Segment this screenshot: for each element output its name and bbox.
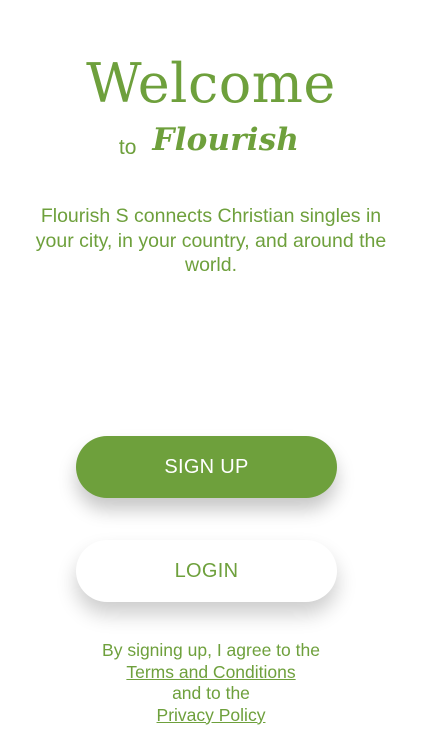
privacy-link[interactable]: Privacy Policy	[0, 705, 422, 727]
legal-notice: By signing up, I agree to the Terms and …	[0, 640, 422, 726]
legal-line-1: By signing up, I agree to the	[102, 640, 320, 660]
signup-button[interactable]: SIGN UP	[76, 436, 337, 498]
terms-link[interactable]: Terms and Conditions	[0, 662, 422, 684]
tagline-text: Flourish S connects Christian singles in…	[35, 205, 387, 276]
page-title: Welcome	[86, 52, 336, 115]
welcome-header: Welcome to Flourish	[0, 52, 422, 162]
legal-line-2: and to the	[172, 683, 250, 703]
subtitle-prefix: to	[118, 136, 137, 159]
flourish-logo: Flourish	[152, 122, 300, 158]
login-button[interactable]: LOGIN	[76, 540, 337, 602]
subtitle-row: to Flourish	[0, 118, 420, 162]
